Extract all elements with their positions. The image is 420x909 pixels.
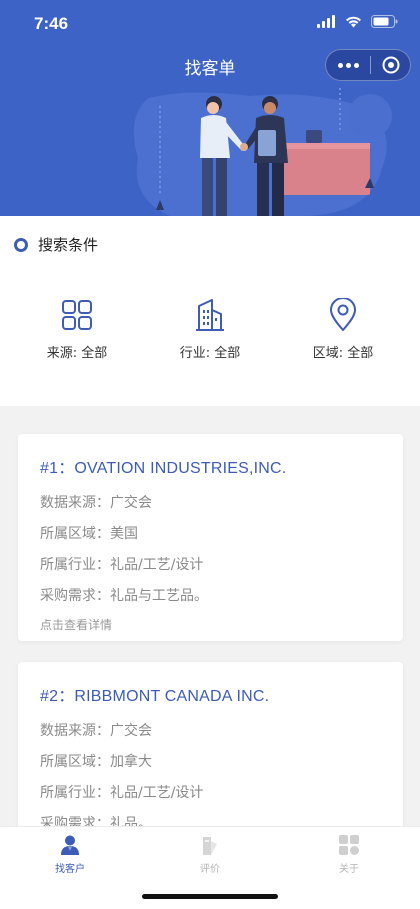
- customer-card-source: 数据来源：广交会: [40, 495, 152, 511]
- tab-about[interactable]: 关于: [299, 833, 399, 875]
- ring-icon: [14, 237, 28, 252]
- capsule-close-button[interactable]: [371, 56, 410, 74]
- tab-label: 评价: [200, 864, 220, 875]
- customer-card-industry: 所属行业：礼品/工艺/设计: [40, 557, 204, 573]
- filter-source[interactable]: 来源: 全部: [7, 298, 147, 361]
- filter-region-label: 区域: 全部: [312, 346, 374, 361]
- home-indicator: [142, 894, 278, 899]
- filter-region[interactable]: 区域: 全部: [273, 298, 413, 361]
- customer-card-industry: 所属行业：礼品/工艺/设计: [40, 785, 204, 801]
- customer-card-region: 所属区域：美国: [40, 526, 138, 542]
- more-dots-icon[interactable]: [326, 62, 370, 68]
- header: 7:46 找客单: [0, 0, 420, 216]
- tab-reviews[interactable]: 评价: [160, 833, 260, 875]
- status-bar: 7:46: [0, 0, 420, 48]
- view-details-link[interactable]: 点击查看详情: [40, 616, 381, 633]
- search-conditions-title: 搜索条件: [38, 236, 99, 254]
- capsule-close-icon: [382, 56, 399, 74]
- location-pin-icon: [330, 298, 356, 331]
- building-icon: [196, 299, 224, 331]
- status-icons: [317, 15, 398, 28]
- tab-label: 找客户: [55, 864, 85, 875]
- customer-card-region: 所属区域：加拿大: [40, 754, 152, 770]
- customer-card-title: #2：RIBBMONT CANADA INC.: [40, 688, 270, 705]
- customer-card-title: #1：OVATION INDUSTRIES,INC.: [40, 460, 287, 477]
- review-icon: [203, 837, 217, 855]
- search-conditions-header: 搜索条件: [14, 234, 98, 255]
- tab-find-customers[interactable]: 找客户: [20, 833, 120, 875]
- search-conditions-panel: 搜索条件 来源: 全部 行业: 全部 区域: 全部: [0, 216, 420, 406]
- customer-card[interactable]: #1：OVATION INDUSTRIES,INC. 数据来源：广交会 所属区域…: [18, 434, 403, 641]
- filter-source-label: 来源: 全部: [46, 346, 108, 361]
- status-time: 7:46: [34, 14, 69, 33]
- battery-icon: [371, 15, 398, 28]
- filter-industry-label: 行业: 全部: [179, 346, 241, 361]
- wifi-icon: [346, 16, 361, 28]
- grid-icon: [62, 300, 92, 330]
- apps-icon: [339, 835, 359, 855]
- handshake-illustration: [133, 88, 392, 216]
- signal-icon: [317, 15, 335, 28]
- user-icon: [61, 835, 79, 855]
- mini-program-capsule: [325, 49, 411, 81]
- filter-industry[interactable]: 行业: 全部: [140, 298, 280, 361]
- tab-label: 关于: [339, 864, 359, 875]
- customer-card-source: 数据来源：广交会: [40, 723, 152, 739]
- customer-card-demand: 采购需求：礼品与工艺品。: [40, 588, 208, 604]
